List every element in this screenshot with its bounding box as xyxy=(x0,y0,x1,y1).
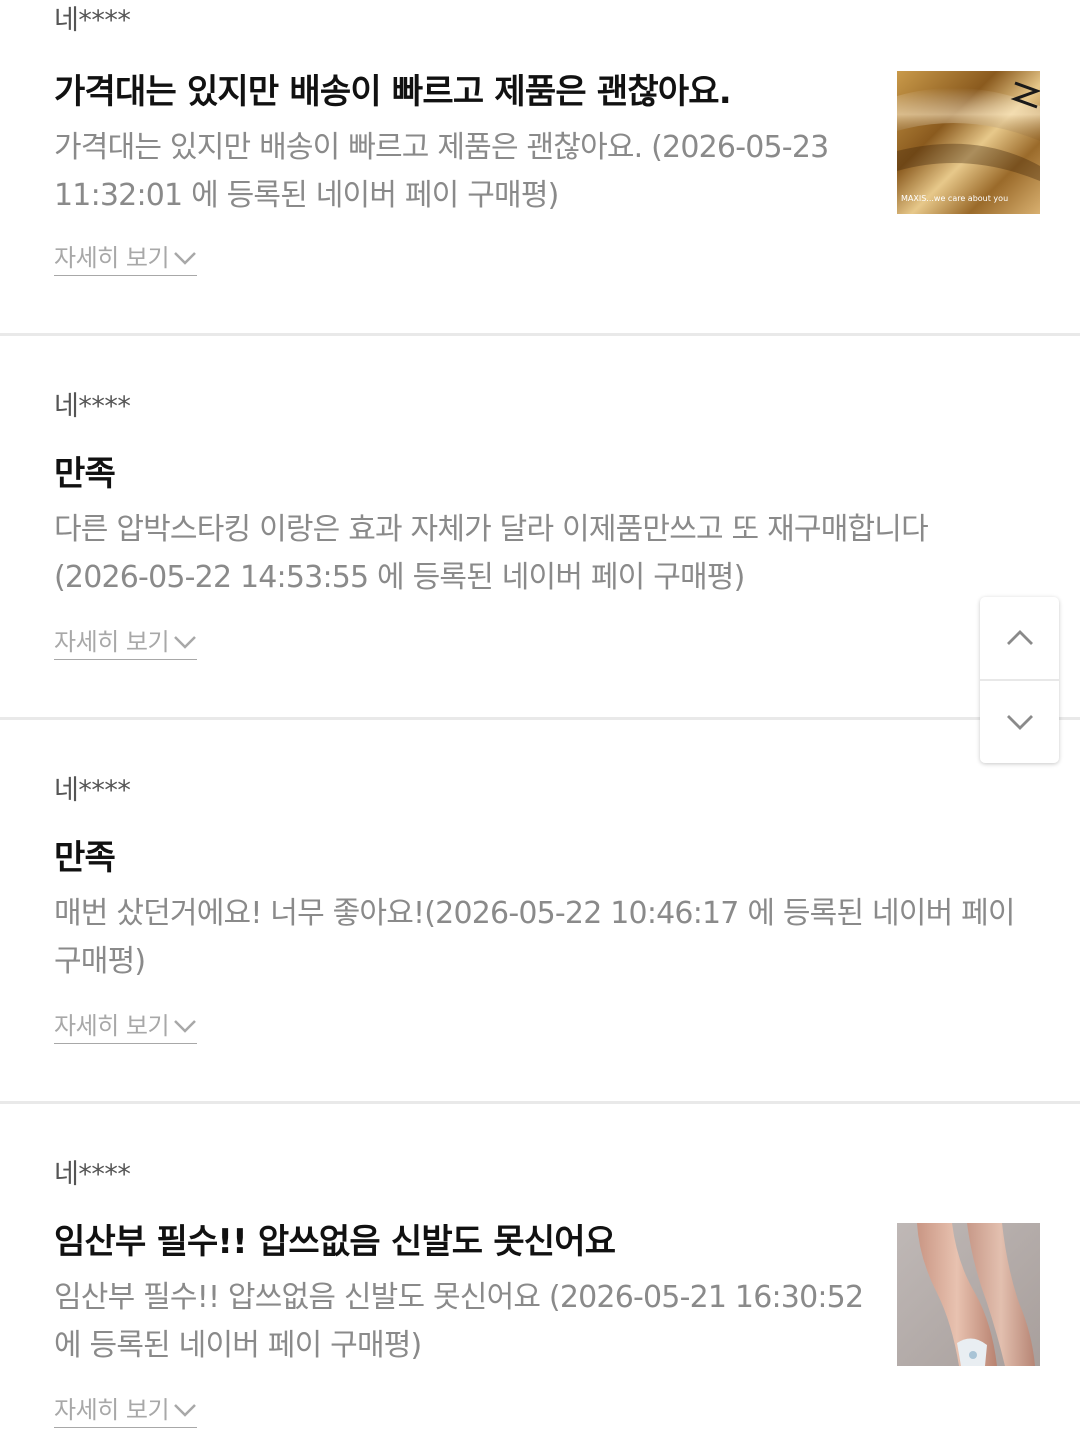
see-more-label: 자세히 보기 xyxy=(54,628,170,656)
scroll-up-button[interactable] xyxy=(980,597,1059,679)
review-author: 네**** xyxy=(54,391,131,422)
review-title: 임산부 필수!! 압쓰없음 신발도 못신어요 xyxy=(54,1222,616,1262)
review-photo-thumbnail[interactable] xyxy=(897,1223,1040,1366)
review-item: 네**** 만족 매번 샀던거에요! 너무 좋아요!(2026-05-22 10… xyxy=(0,720,1080,1101)
see-more-label: 자세히 보기 xyxy=(54,1396,170,1424)
legs-photo xyxy=(897,1223,1040,1366)
see-more-link[interactable]: 자세히 보기 xyxy=(54,1394,198,1428)
chevron-down-icon xyxy=(1006,715,1033,730)
review-item: 네**** 임산부 필수!! 압쓰없음 신발도 못신어요 임산부 필수!! 압쓰… xyxy=(0,1104,1080,1431)
review-item: 네**** 만족 다른 압박스타킹 이랑은 효과 자체가 달라 이제품만쓰고 또… xyxy=(0,336,1080,717)
chevron-down-icon xyxy=(174,1404,196,1417)
chevron-up-icon xyxy=(1006,630,1033,645)
chevron-down-icon xyxy=(174,1020,196,1033)
scroll-down-button[interactable] xyxy=(980,681,1059,763)
review-body: 임산부 필수!! 압쓰없음 신발도 못신어요 (2026-05-21 16:30… xyxy=(54,1280,864,1363)
review-author: 네**** xyxy=(54,5,131,36)
see-more-label: 자세히 보기 xyxy=(54,244,170,272)
review-author: 네**** xyxy=(54,1159,131,1190)
review-author: 네**** xyxy=(54,775,131,806)
review-title: 만족 xyxy=(54,454,116,494)
review-body: 다른 압박스타킹 이랑은 효과 자체가 달라 이제품만쓰고 또 재구매합니다(2… xyxy=(54,512,929,595)
photo-caption: MAXIS...we care about you xyxy=(901,194,1008,203)
review-item: 네**** 가격대는 있지만 배송이 빠르고 제품은 괜찮아요. 가격대는 있지… xyxy=(0,0,1080,334)
review-title: 만족 xyxy=(54,838,116,878)
see-more-link[interactable]: 자세히 보기 xyxy=(54,1010,198,1044)
chevron-down-icon xyxy=(174,252,196,265)
see-more-label: 자세히 보기 xyxy=(54,1012,170,1040)
review-body: 가격대는 있지만 배송이 빠르고 제품은 괜찮아요. (2026-05-23 1… xyxy=(54,130,829,213)
see-more-link[interactable]: 자세히 보기 xyxy=(54,242,198,276)
review-title: 가격대는 있지만 배송이 빠르고 제품은 괜찮아요. xyxy=(54,72,732,112)
chevron-down-icon xyxy=(174,636,196,649)
product-photo: MAXIS...we care about you xyxy=(897,71,1040,214)
review-body: 매번 샀던거에요! 너무 좋아요!(2026-05-22 10:46:17 에 … xyxy=(54,896,1016,979)
see-more-link[interactable]: 자세히 보기 xyxy=(54,626,198,660)
review-photo-thumbnail[interactable]: MAXIS...we care about you xyxy=(897,71,1040,214)
scroll-controls xyxy=(980,597,1059,763)
